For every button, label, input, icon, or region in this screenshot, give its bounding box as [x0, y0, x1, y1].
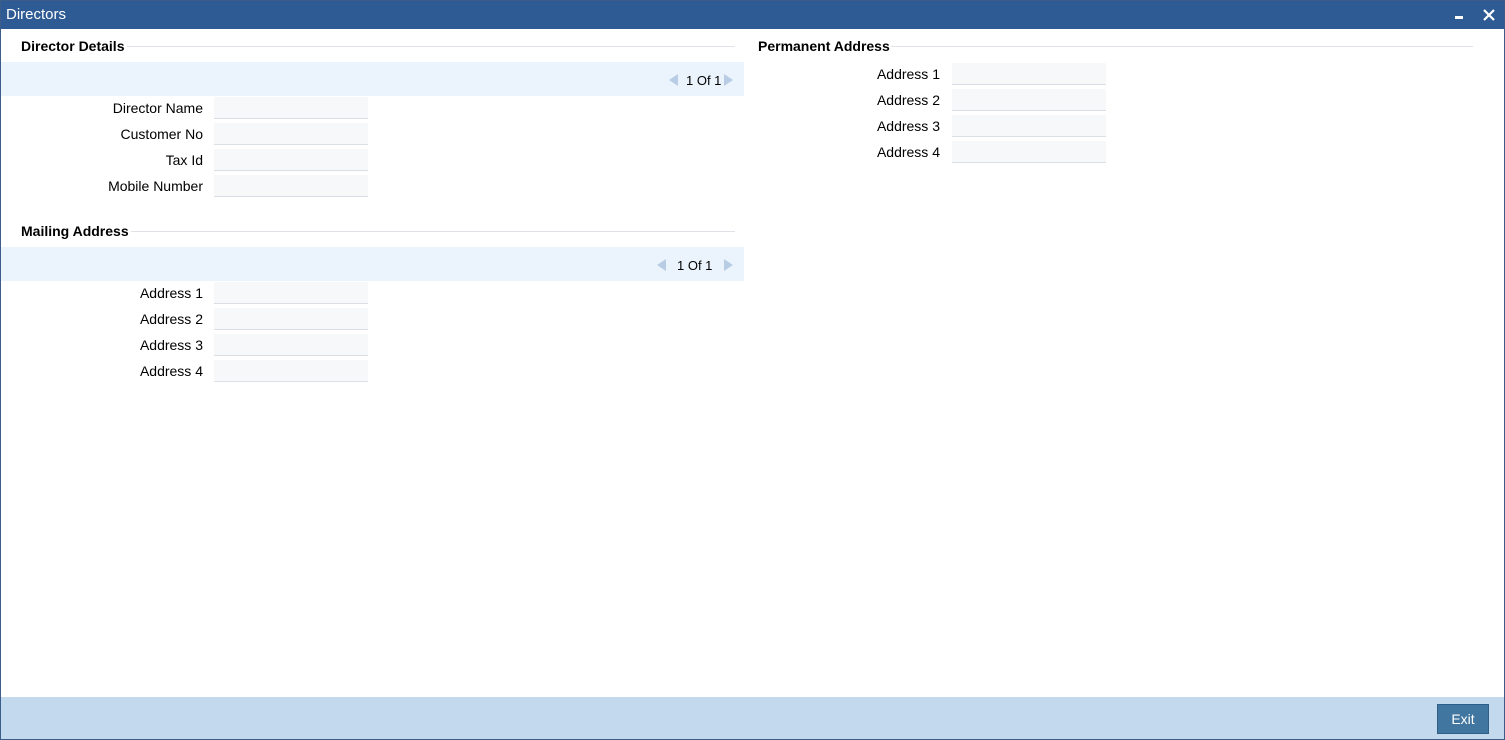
minimize-icon[interactable]	[1451, 7, 1467, 23]
customer-no-label: Customer No	[120, 126, 203, 142]
director-name-label: Director Name	[112, 100, 203, 116]
mailing-address-3-label: Address 3	[139, 337, 203, 353]
mailing-address-2-label: Address 2	[139, 311, 203, 327]
mailing-address-3-field[interactable]	[214, 334, 368, 356]
mobile-number-field[interactable]	[214, 175, 368, 197]
mailing-address-page-count: 1 Of 1	[677, 258, 713, 273]
mailing-address-4-label: Address 4	[139, 363, 203, 379]
permanent-address-3-label: Address 3	[876, 118, 940, 134]
footer-bar: Exit	[1, 697, 1504, 739]
mailing-address-2-field[interactable]	[214, 308, 368, 330]
director-details-divider	[127, 46, 735, 47]
mailing-address-1-field[interactable]	[214, 282, 368, 304]
tax-id-field[interactable]	[214, 149, 368, 171]
mailing-address-1-label: Address 1	[139, 285, 203, 301]
window-title: Directors	[6, 6, 67, 23]
mailing-address-4-field[interactable]	[214, 360, 368, 382]
prev-arrow-icon[interactable]	[655, 258, 667, 275]
customer-no-field[interactable]	[214, 123, 368, 145]
permanent-address-4-field[interactable]	[952, 141, 1106, 163]
exit-button[interactable]: Exit	[1437, 704, 1489, 734]
director-name-field[interactable]	[214, 97, 368, 119]
permanent-address-heading: Permanent Address	[758, 38, 890, 54]
permanent-address-1-field[interactable]	[952, 63, 1106, 85]
mailing-address-divider	[131, 231, 735, 232]
next-arrow-icon[interactable]	[723, 73, 735, 90]
tax-id-label: Tax Id	[165, 152, 203, 168]
permanent-address-2-label: Address 2	[876, 92, 940, 108]
close-icon[interactable]	[1481, 7, 1497, 23]
next-arrow-icon[interactable]	[723, 258, 735, 275]
prev-arrow-icon[interactable]	[667, 73, 679, 90]
director-details-nav-band: 1 Of 1	[1, 62, 744, 96]
permanent-address-2-field[interactable]	[952, 89, 1106, 111]
title-bar: Directors	[1, 1, 1504, 29]
permanent-address-4-label: Address 4	[876, 144, 940, 160]
permanent-address-1-label: Address 1	[876, 66, 940, 82]
mobile-number-label: Mobile Number	[108, 178, 203, 194]
directors-window: Directors Director Details 1 Of 1 Direct…	[0, 0, 1505, 740]
permanent-address-divider	[891, 46, 1473, 47]
director-details-page-count: 1 Of 1	[686, 73, 722, 88]
mailing-address-heading: Mailing Address	[21, 223, 129, 239]
permanent-address-3-field[interactable]	[952, 115, 1106, 137]
mailing-address-nav-band: 1 Of 1	[1, 247, 744, 281]
director-details-heading: Director Details	[21, 38, 125, 54]
